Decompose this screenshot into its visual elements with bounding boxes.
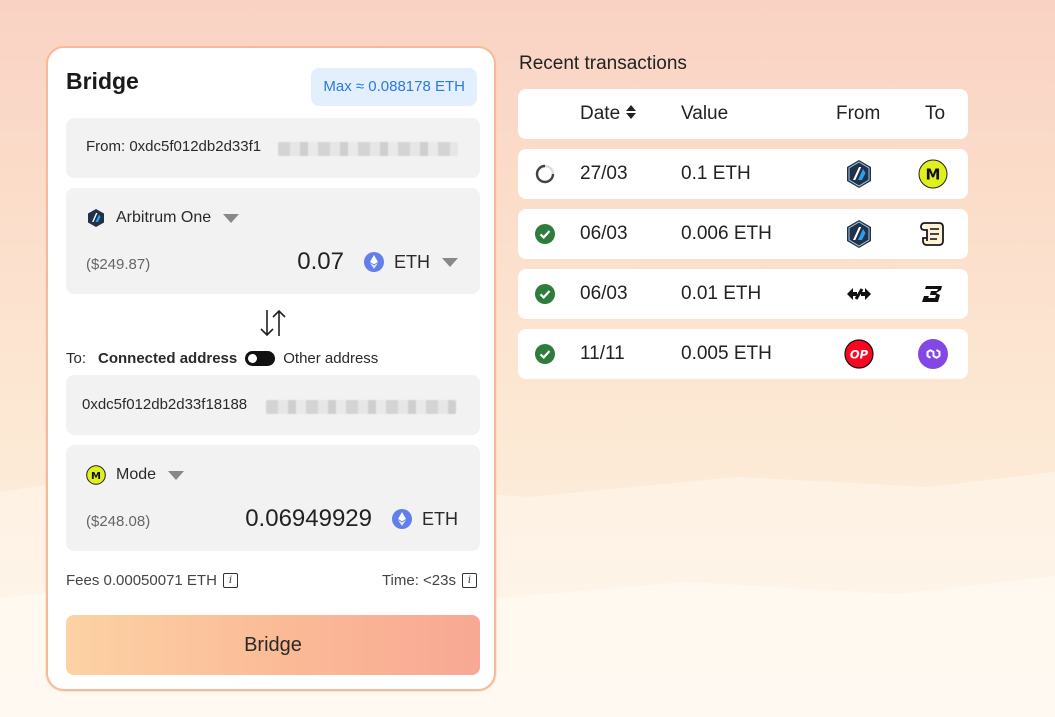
value-column-header: Value xyxy=(681,103,729,124)
eth-icon xyxy=(364,252,384,272)
source-chain-name: Arbitrum One xyxy=(116,209,212,226)
transaction-date: 27/03 xyxy=(580,163,628,184)
redacted-address xyxy=(266,400,456,414)
check-circle-icon xyxy=(535,284,555,304)
eth-icon xyxy=(392,509,412,529)
info-icon[interactable]: i xyxy=(222,573,238,588)
transaction-row[interactable]: 27/03 0.1 ETH M xyxy=(518,149,968,199)
source-usd-value: ($249.87) xyxy=(86,256,151,273)
source-chain-selector[interactable]: Arbitrum One xyxy=(86,208,240,228)
redacted-address xyxy=(278,142,458,156)
check-circle-icon xyxy=(535,224,555,244)
mode-icon-letter: M xyxy=(91,471,101,482)
max-amount-button[interactable]: Max ≈ 0.088178 ETH xyxy=(311,68,477,106)
source-amount-group: 0.07 ETH xyxy=(297,248,458,276)
address-toggle[interactable] xyxy=(245,351,276,366)
to-address: 0xdc5f012db2d33f18188 xyxy=(82,396,248,413)
from-column-header: From xyxy=(836,103,881,124)
destination-chain-box: M Mode ($248.08) 0.06949929 ETH xyxy=(66,445,480,551)
optimism-icon-letters: OP xyxy=(850,348,869,362)
destination-amount: 0.06949929 xyxy=(245,505,372,532)
transactions-title: Recent transactions xyxy=(519,53,687,74)
source-chain-box: Arbitrum One ($249.87) 0.07 ETH xyxy=(66,188,480,294)
to-label: To: xyxy=(66,350,87,367)
destination-address-toggle-row: To: Connected address Other address xyxy=(66,350,378,367)
check-circle-icon xyxy=(535,344,555,364)
card-title: Bridge xyxy=(66,68,139,94)
polygon-icon xyxy=(918,339,948,369)
destination-amount-group: 0.06949929 ETH xyxy=(245,505,458,533)
mode-icon: M xyxy=(918,159,948,189)
transaction-value: 0.005 ETH xyxy=(681,343,772,364)
transaction-value: 0.006 ETH xyxy=(681,223,772,244)
source-amount-input[interactable]: 0.07 xyxy=(297,248,344,276)
time-text: Time: <23s xyxy=(381,572,456,589)
transaction-value: 0.1 ETH xyxy=(681,163,751,184)
to-address-box: 0xdc5f012db2d33f18188 xyxy=(66,375,480,435)
date-column-header[interactable]: Date xyxy=(580,103,637,125)
chevron-down-icon xyxy=(223,213,240,223)
transaction-date: 11/11 xyxy=(580,343,625,364)
connected-address-label[interactable]: Connected address xyxy=(98,350,237,367)
bridge-submit-button[interactable]: Bridge xyxy=(66,615,480,675)
fees-info: Fees 0.00050071 ETH i xyxy=(66,572,238,589)
source-token-selector[interactable]: ETH xyxy=(364,252,458,273)
from-address-box: From: 0xdc5f012db2d33f1 xyxy=(66,118,480,178)
mode-icon: M xyxy=(86,465,106,485)
destination-chain-name: Mode xyxy=(116,466,157,483)
transaction-row[interactable]: 06/03 0.006 ETH xyxy=(518,209,968,259)
time-info: Time: <23s i xyxy=(382,572,477,589)
date-header-label: Date xyxy=(580,103,621,124)
sort-icon[interactable] xyxy=(626,104,637,119)
optimism-icon: OP xyxy=(844,339,874,369)
destination-chain-selector[interactable]: M Mode xyxy=(86,465,185,485)
chevron-down-icon xyxy=(168,470,185,480)
destination-token-label: ETH xyxy=(422,508,458,529)
transaction-date: 06/03 xyxy=(580,223,628,244)
destination-usd-value: ($248.08) xyxy=(86,513,151,530)
transaction-date: 06/03 xyxy=(580,283,628,304)
scroll-icon xyxy=(920,222,944,246)
transaction-value: 0.01 ETH xyxy=(681,283,762,304)
transactions-header: Date Value From To xyxy=(518,89,968,139)
arbitrum-icon xyxy=(847,220,871,248)
blast-icon xyxy=(922,286,942,302)
arbitrum-icon xyxy=(847,160,871,188)
bridge-arrows-icon xyxy=(847,288,871,300)
other-address-label[interactable]: Other address xyxy=(283,350,378,367)
bridge-card: Bridge Max ≈ 0.088178 ETH From: 0xdc5f01… xyxy=(46,46,496,691)
transaction-row[interactable]: 11/11 0.005 ETH OP xyxy=(518,329,968,379)
mode-icon-letter: M xyxy=(926,166,941,184)
source-token-label: ETH xyxy=(394,251,430,272)
chevron-down-icon xyxy=(442,257,458,267)
pending-spinner-icon xyxy=(535,164,555,184)
to-column-header: To xyxy=(925,103,946,124)
swap-direction-icon[interactable] xyxy=(256,306,290,340)
transaction-row[interactable]: 06/03 0.01 ETH xyxy=(518,269,968,319)
from-address: From: 0xdc5f012db2d33f1 xyxy=(86,138,262,155)
destination-token: ETH xyxy=(392,509,458,530)
fees-text: Fees 0.00050071 ETH xyxy=(66,572,217,589)
arbitrum-icon xyxy=(88,209,104,227)
info-icon[interactable]: i xyxy=(462,573,477,588)
